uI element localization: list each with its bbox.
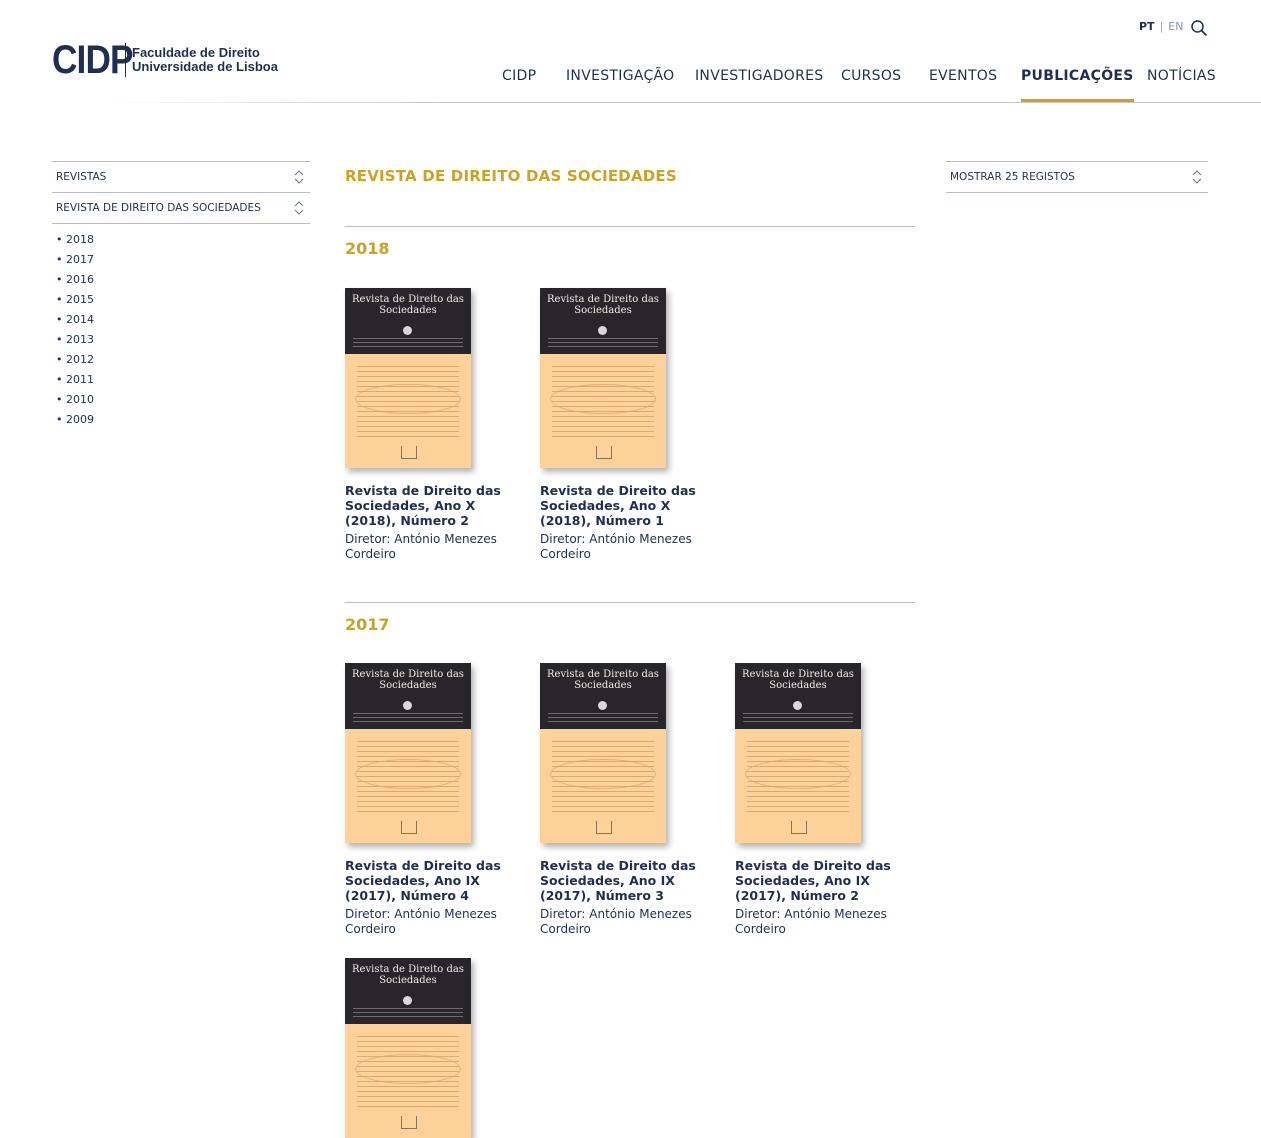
publication-card[interactable]: Revista de Direito das Sociedades Revist…	[540, 288, 710, 562]
publication-card[interactable]: Revista de Direito das Sociedades	[345, 958, 515, 1138]
publication-title[interactable]: Revista de Direito das Sociedades, Ano I…	[345, 858, 515, 903]
publisher-logo-icon	[791, 821, 807, 834]
year-link[interactable]: 2016	[56, 272, 310, 292]
publication-type-select[interactable]: REVISTAS	[52, 161, 310, 193]
nav-cursos[interactable]: CURSOS	[841, 68, 901, 103]
lang-pt-link[interactable]: PT	[1139, 20, 1155, 33]
records-per-page-select[interactable]: MOSTRAR 25 REGISTOS	[946, 161, 1208, 193]
nav-cidp[interactable]: CIDP	[502, 68, 536, 103]
journal-value: REVISTA DE DIREITO DAS SOCIEDADES	[56, 202, 261, 214]
year-list: 2018 2017 2016 2015 2014 2013 2012 2011 …	[52, 224, 310, 432]
publication-director: Diretor: António Menezes Cordeiro	[345, 532, 497, 561]
publisher-logo-icon	[596, 821, 612, 834]
search-icon[interactable]	[1190, 19, 1208, 37]
year-link[interactable]: 2015	[56, 292, 310, 312]
publication-card[interactable]: Revista de Direito das Sociedades Revist…	[345, 288, 515, 562]
header-divider	[100, 102, 1261, 103]
year-link[interactable]: 2014	[56, 312, 310, 332]
year-link[interactable]: 2017	[56, 252, 310, 272]
publication-cover[interactable]: Revista de Direito das Sociedades	[345, 288, 471, 468]
right-column: MOSTRAR 25 REGISTOS	[946, 161, 1208, 193]
year-link[interactable]: 2012	[56, 352, 310, 372]
nav-eventos[interactable]: EVENTOS	[929, 68, 997, 103]
logo-line-1: Faculdade de Direito	[132, 45, 260, 60]
chevron-updown-icon	[294, 170, 304, 184]
year-link[interactable]: 2009	[56, 412, 310, 432]
publisher-logo-icon	[401, 1116, 417, 1129]
main-nav: CIDP INVESTIGAÇÃO INVESTIGADORES CURSOS …	[0, 68, 1261, 103]
publication-director: Diretor: António Menezes Cordeiro	[345, 907, 497, 936]
year-heading: 2017	[345, 615, 390, 634]
publication-director: Diretor: António Menezes Cordeiro	[735, 907, 887, 936]
publication-type-value: REVISTAS	[56, 171, 107, 183]
publisher-logo-icon	[596, 446, 612, 459]
nav-investigacao[interactable]: INVESTIGAÇÃO	[566, 68, 675, 103]
cover-title: Revista de Direito das Sociedades	[547, 669, 659, 691]
journal-select[interactable]: REVISTA DE DIREITO DAS SOCIEDADES	[52, 193, 310, 224]
year-section-2017: 2017 Revista de Direito das Sociedades R…	[345, 602, 915, 1138]
year-section-2018: 2018 Revista de Direito das Sociedades R…	[345, 226, 915, 587]
sidebar-filters: REVISTAS REVISTA DE DIREITO DAS SOCIEDAD…	[52, 161, 310, 432]
publication-title[interactable]: Revista de Direito das Sociedades, Ano X…	[540, 483, 710, 528]
publication-card[interactable]: Revista de Direito das Sociedades Revist…	[735, 663, 905, 937]
publication-director: Diretor: António Menezes Cordeiro	[540, 532, 692, 561]
publication-cover[interactable]: Revista de Direito das Sociedades	[540, 288, 666, 468]
publication-cover[interactable]: Revista de Direito das Sociedades	[345, 663, 471, 843]
publication-director: Diretor: António Menezes Cordeiro	[540, 907, 692, 936]
nav-publicacoes[interactable]: PUBLICAÇÕES	[1021, 68, 1134, 103]
publication-title[interactable]: Revista de Direito das Sociedades, Ano I…	[540, 858, 710, 903]
year-link[interactable]: 2013	[56, 332, 310, 352]
language-switcher: PT | EN	[1139, 20, 1183, 33]
publication-cover[interactable]: Revista de Direito das Sociedades	[540, 663, 666, 843]
chevron-updown-icon	[294, 201, 304, 215]
lang-separator: |	[1159, 20, 1164, 33]
publication-cover[interactable]: Revista de Direito das Sociedades	[345, 958, 471, 1138]
lang-en-link[interactable]: EN	[1168, 20, 1183, 33]
publication-title[interactable]: Revista de Direito das Sociedades, Ano X…	[345, 483, 515, 528]
nav-investigadores[interactable]: INVESTIGADORES	[695, 68, 823, 103]
cover-title: Revista de Direito das Sociedades	[547, 294, 659, 316]
publication-title[interactable]: Revista de Direito das Sociedades, Ano I…	[735, 858, 905, 903]
year-heading: 2018	[345, 239, 390, 258]
year-link[interactable]: 2011	[56, 372, 310, 392]
cover-title: Revista de Direito das Sociedades	[352, 964, 464, 986]
publication-card[interactable]: Revista de Direito das Sociedades Revist…	[540, 663, 710, 937]
year-link[interactable]: 2010	[56, 392, 310, 412]
site-header: CIDP Faculdade de Direito Universidade d…	[0, 0, 1261, 103]
cover-title: Revista de Direito das Sociedades	[742, 669, 854, 691]
publication-cover[interactable]: Revista de Direito das Sociedades	[735, 663, 861, 843]
year-link[interactable]: 2018	[56, 232, 310, 252]
page-title: REVISTA DE DIREITO DAS SOCIEDADES	[345, 167, 677, 185]
publisher-logo-icon	[401, 821, 417, 834]
publisher-logo-icon	[401, 446, 417, 459]
publications-main: REVISTA DE DIREITO DAS SOCIEDADES 2018 R…	[345, 161, 915, 1138]
cover-title: Revista de Direito das Sociedades	[352, 669, 464, 691]
cover-title: Revista de Direito das Sociedades	[352, 294, 464, 316]
records-per-page-value: MOSTRAR 25 REGISTOS	[950, 171, 1075, 183]
nav-noticias[interactable]: NOTÍCIAS	[1147, 68, 1216, 103]
chevron-updown-icon	[1192, 170, 1202, 184]
publication-card[interactable]: Revista de Direito das Sociedades Revist…	[345, 663, 515, 937]
